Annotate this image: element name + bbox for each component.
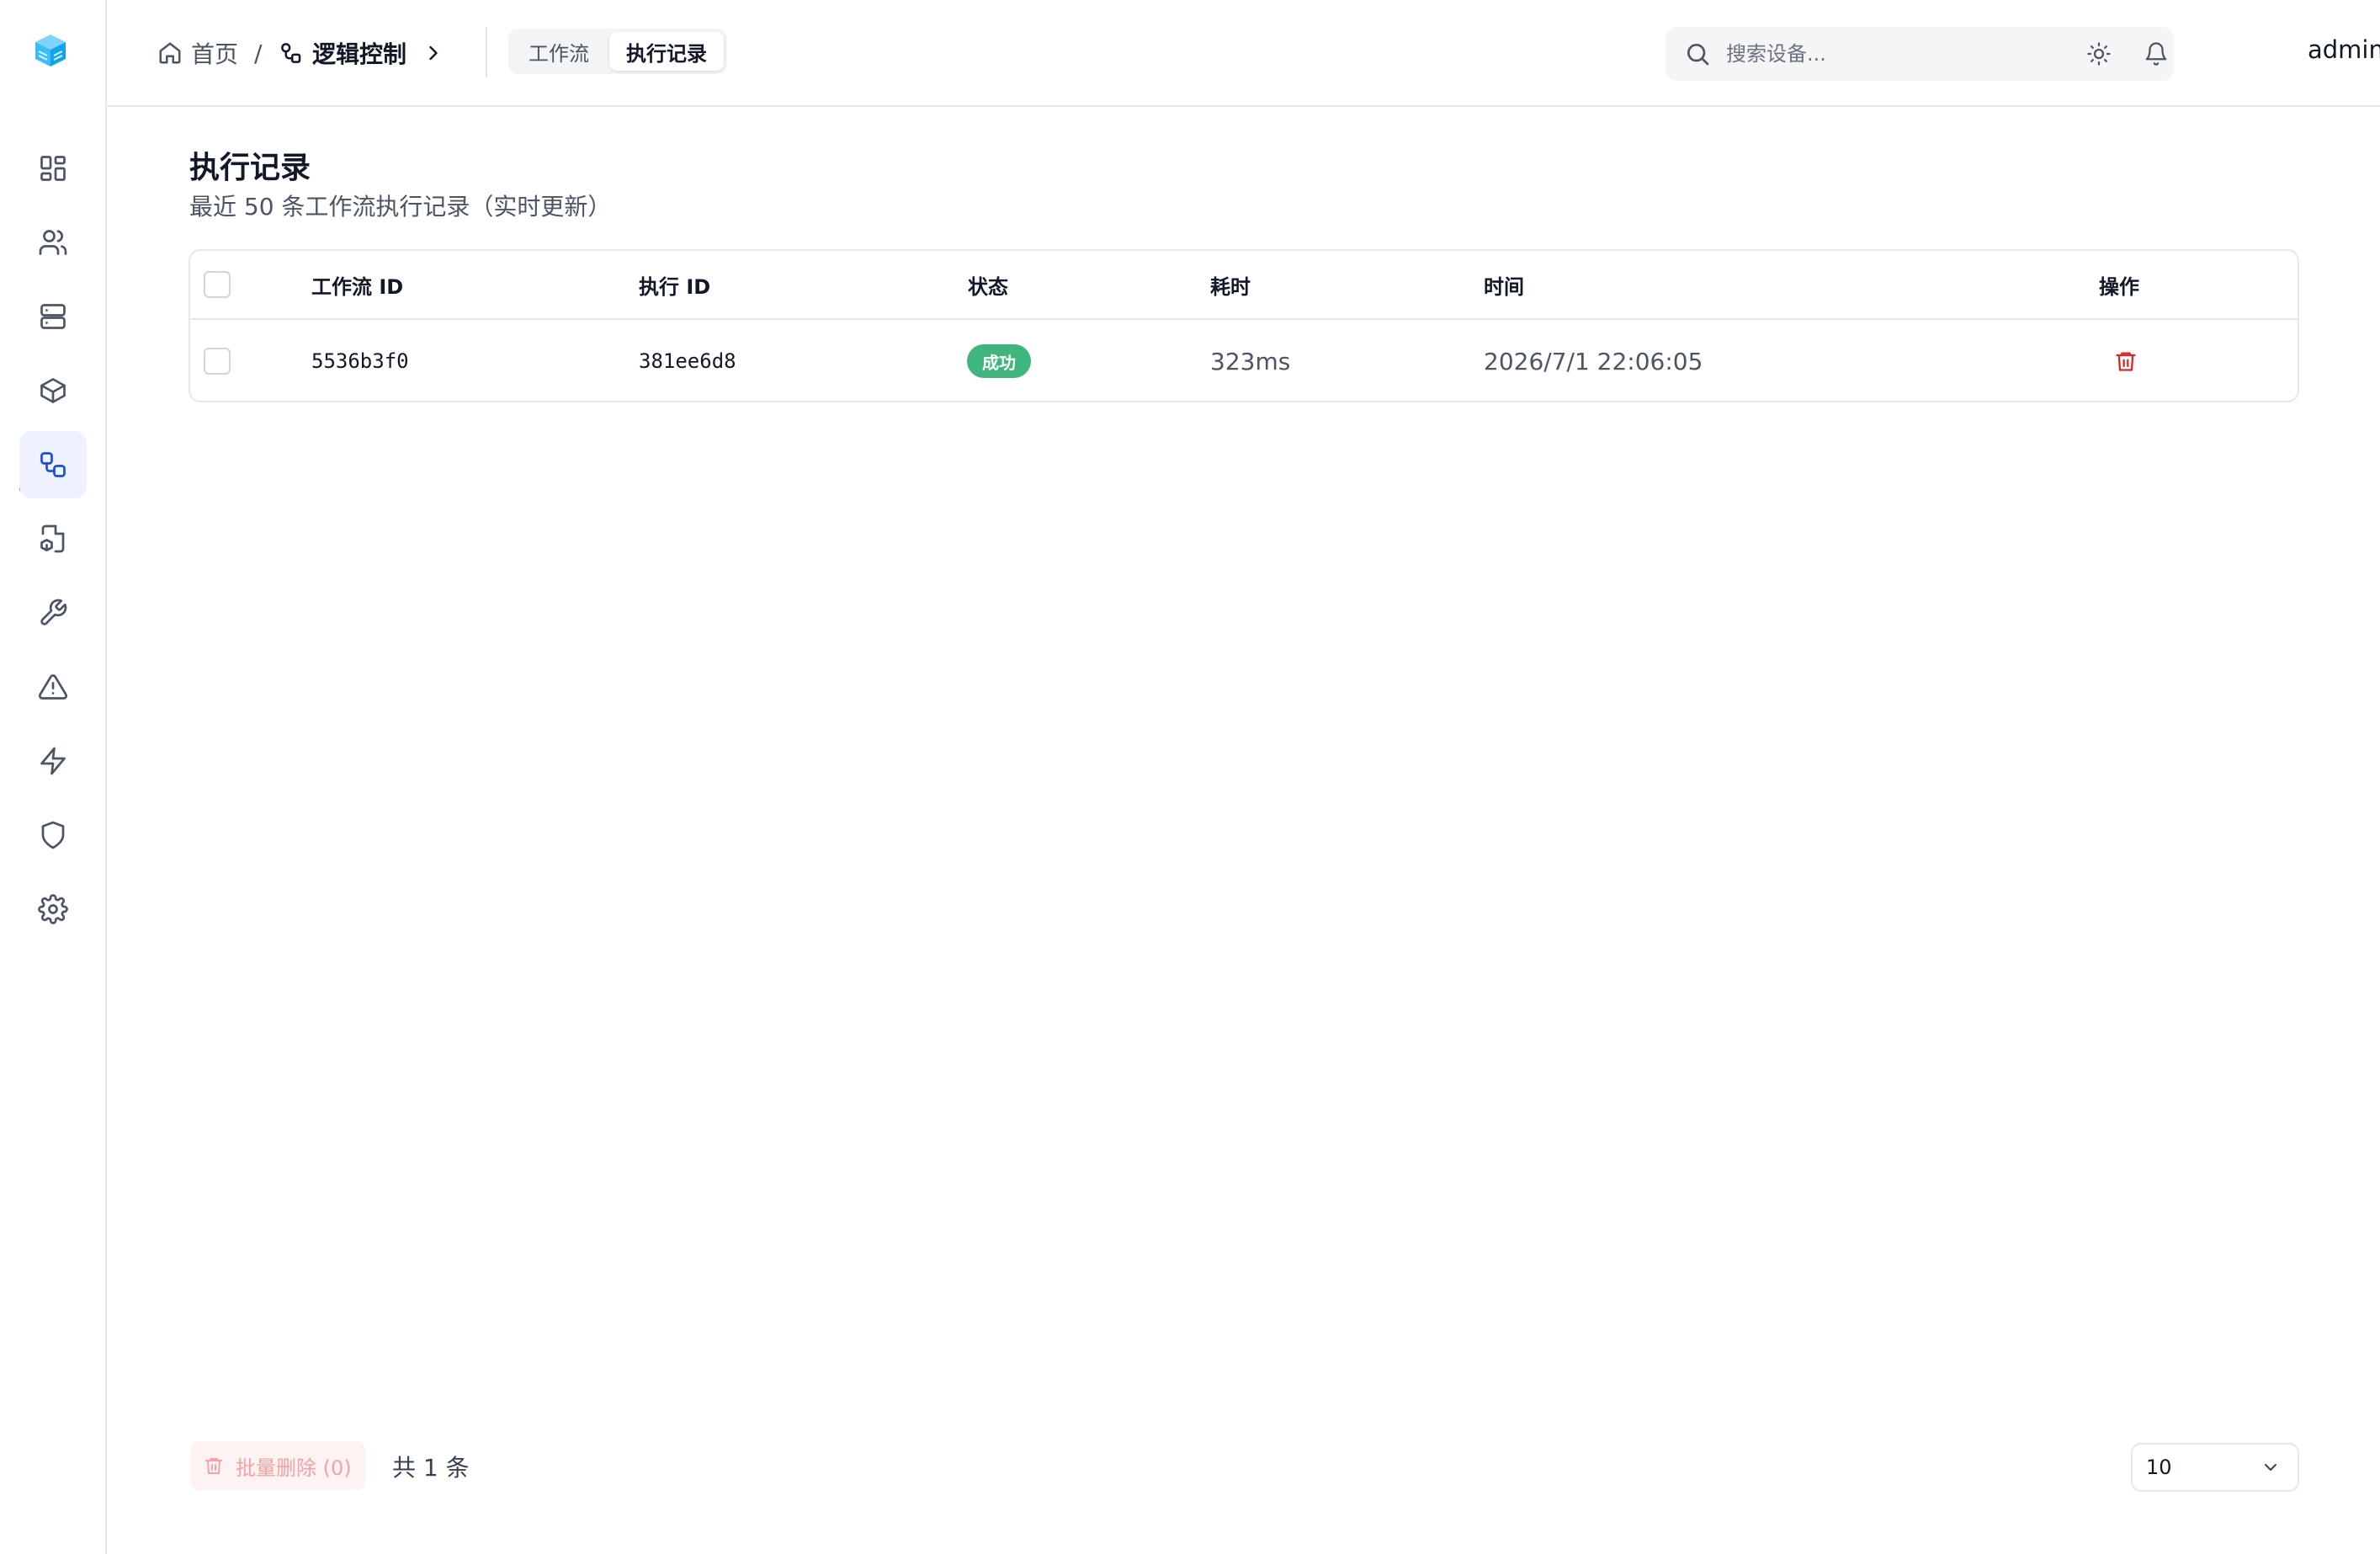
top-header: 首页 / 逻辑控制 工作流 执行记录 admin	[107, 0, 2380, 107]
sun-icon	[2087, 42, 2111, 66]
col-actions: 操作	[2099, 274, 2139, 299]
notifications-button[interactable]	[2139, 37, 2173, 71]
execution-id[interactable]: 381ee6d8	[639, 320, 736, 401]
row-select-cell	[204, 320, 231, 401]
sidebar-item-security[interactable]	[19, 801, 87, 869]
col-status[interactable]: 状态	[968, 251, 1008, 318]
sidebar-item-dashboard[interactable]	[19, 135, 87, 202]
chevron-down-icon	[2265, 1464, 2276, 1471]
chevron-right-icon	[429, 45, 438, 61]
select-all-cell	[204, 251, 231, 318]
bulk-delete-label: 批量删除 (0)	[236, 1456, 352, 1480]
dashboard-icon	[40, 156, 66, 181]
sidebar-item-maintenance[interactable]	[19, 579, 87, 647]
col-workflow-id[interactable]: 工作流 ID	[311, 251, 403, 318]
workflow-icon	[281, 43, 301, 63]
workflow-id[interactable]: 5536b3f0	[311, 320, 409, 401]
search-icon	[1687, 44, 1709, 66]
col-execution-id[interactable]: 执行 ID	[639, 251, 710, 318]
zap-icon	[40, 747, 66, 775]
status-cell: 成功	[967, 320, 1031, 401]
page-subtitle: 最近 50 条工作流执行记录（实时更新）	[189, 193, 612, 221]
col-duration[interactable]: 耗时	[1210, 251, 1251, 318]
file-box-icon	[40, 524, 65, 553]
trash-icon	[205, 1458, 222, 1474]
execution-table: 工作流 ID 执行 ID 状态 耗时 时间 操作 5536b3f0 381ee6…	[189, 249, 2299, 402]
page-title: 执行记录	[189, 151, 311, 185]
table-row: 5536b3f0 381ee6d8 成功 323ms 2026/7/1 22:0…	[190, 320, 2298, 401]
tab-workflows[interactable]: 工作流	[512, 32, 606, 71]
user-name[interactable]: admin	[2308, 35, 2380, 64]
timestamp: 2026/7/1 22:06:05	[1484, 347, 1703, 375]
sidebar-item-users[interactable]	[19, 209, 87, 276]
breadcrumb-current-label: 逻辑控制	[312, 40, 407, 68]
workflow-icon	[40, 452, 66, 477]
sidebar-item-servers[interactable]	[19, 283, 87, 350]
sidebar-item-logic-control[interactable]	[19, 431, 87, 498]
select-all-checkbox[interactable]	[204, 271, 231, 298]
sidebar	[0, 0, 107, 1554]
users-icon	[39, 230, 67, 255]
app-logo[interactable]	[30, 30, 71, 71]
shield-icon	[41, 821, 65, 849]
search-input[interactable]	[1726, 42, 2130, 66]
actions-cell	[2109, 320, 2143, 401]
view-tabs: 工作流 执行记录	[508, 29, 727, 74]
settings-icon	[38, 894, 68, 924]
breadcrumb-home-label: 首页	[191, 40, 239, 68]
total-count: 共 1 条	[392, 1454, 470, 1482]
breadcrumb-separator: /	[254, 39, 263, 67]
delete-button[interactable]	[2109, 344, 2143, 378]
row-checkbox[interactable]	[204, 348, 231, 375]
home-icon	[159, 42, 181, 64]
breadcrumb-home[interactable]: 首页	[157, 32, 238, 74]
trash-icon	[2116, 352, 2136, 371]
header-divider	[486, 27, 487, 77]
alert-triangle-icon	[38, 674, 68, 700]
server-icon	[40, 304, 66, 329]
page-size-select[interactable]: 10	[2131, 1443, 2299, 1492]
duration: 323ms	[1210, 347, 1291, 375]
wrench-icon	[40, 599, 67, 625]
sidebar-item-alerts[interactable]	[19, 653, 87, 721]
theme-toggle-button[interactable]	[2082, 37, 2116, 71]
sidebar-item-products[interactable]	[19, 357, 87, 424]
bulk-delete-button[interactable]: 批量删除 (0)	[190, 1441, 365, 1490]
breadcrumb-current[interactable]: 逻辑控制	[279, 32, 445, 74]
table-header: 工作流 ID 执行 ID 状态 耗时 时间 操作	[190, 251, 2298, 320]
page-size-value: 10	[2146, 1456, 2172, 1479]
cube-logo-icon	[35, 35, 66, 67]
sidebar-item-rules[interactable]	[19, 727, 87, 795]
tab-execution-records[interactable]: 执行记录	[609, 32, 724, 71]
sidebar-item-settings[interactable]	[19, 875, 87, 943]
status-badge: 成功	[967, 344, 1031, 378]
bell-icon	[2145, 42, 2167, 66]
sidebar-item-firmware[interactable]	[19, 505, 87, 572]
col-time[interactable]: 时间	[1484, 251, 1524, 318]
box-icon	[40, 378, 66, 403]
